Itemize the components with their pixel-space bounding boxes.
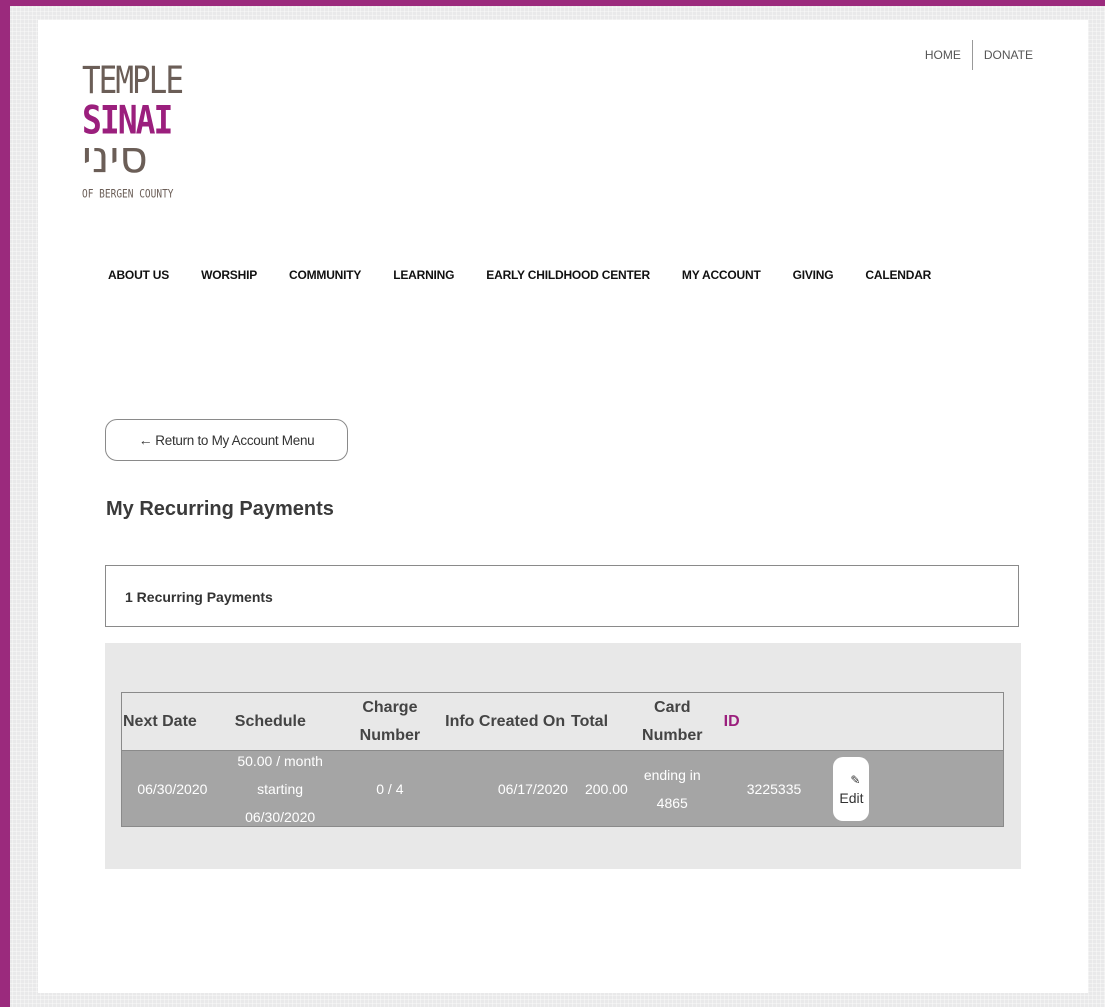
nav-worship[interactable]: WORSHIP: [201, 268, 257, 282]
logo-line-county: OF BERGEN COUNTY: [82, 188, 174, 202]
nav-giving[interactable]: GIVING: [793, 268, 834, 282]
logo-line-sinai: SINAI: [82, 96, 173, 144]
return-to-account-button[interactable]: ← Return to My Account Menu: [105, 419, 348, 461]
nav-my-account[interactable]: MY ACCOUNT: [682, 268, 761, 282]
edit-button[interactable]: ✎ Edit: [833, 756, 870, 821]
arrow-left-icon: ←: [138, 432, 153, 448]
cell-id: 3225335: [746, 780, 802, 797]
recurring-count-label: 1 Recurring Payments: [125, 589, 273, 605]
page-container: HOME DONATE TEMPLE SINAI סיני OF BERGEN …: [38, 20, 1088, 993]
payments-table-wrapper: Next Date Schedule Charge Number Info Cr…: [105, 643, 1021, 869]
temple-sinai-logo[interactable]: TEMPLE SINAI סיני OF BERGEN COUNTY: [82, 59, 192, 202]
table-row: 06/30/2020 50.00 / month starting 06/30/…: [122, 751, 1003, 826]
logo-line-temple: TEMPLE: [82, 59, 184, 103]
recurring-count-panel: 1 Recurring Payments: [105, 565, 1019, 627]
left-border: [0, 0, 10, 1007]
cell-schedule: 50.00 / month starting 06/30/2020: [237, 752, 323, 825]
top-border: [0, 0, 1105, 6]
header-next-date[interactable]: Next Date: [122, 693, 223, 750]
return-button-label: Return to My Account Menu: [155, 432, 315, 448]
donate-link[interactable]: DONATE: [973, 40, 1044, 70]
cell-actions: ✎ Edit: [820, 751, 1003, 826]
header-charge-number[interactable]: Charge Number: [338, 693, 443, 750]
header-actions: [820, 693, 1003, 750]
home-link[interactable]: HOME: [914, 40, 972, 70]
table-header-row: Next Date Schedule Charge Number Info Cr…: [122, 693, 1003, 751]
cell-created-on: 06/17/2020: [497, 780, 568, 797]
header-id[interactable]: ID: [714, 693, 821, 750]
cell-charge-number: 0 / 4: [376, 780, 404, 797]
main-navigation: ABOUT US WORSHIP COMMUNITY LEARNING EARL…: [108, 268, 963, 282]
header-created-on[interactable]: Info Created On: [442, 693, 568, 750]
nav-learning[interactable]: LEARNING: [393, 268, 454, 282]
utility-links: HOME DONATE: [914, 40, 1044, 70]
page-title: My Recurring Payments: [106, 498, 334, 520]
pencil-icon: ✎: [850, 772, 861, 787]
payments-table: Next Date Schedule Charge Number Info Cr…: [121, 692, 1004, 827]
cell-total: 200.00: [584, 780, 628, 797]
header-card-number[interactable]: Card Number: [631, 693, 714, 750]
nav-community[interactable]: COMMUNITY: [289, 268, 361, 282]
header-total[interactable]: Total: [568, 693, 631, 750]
nav-about-us[interactable]: ABOUT US: [108, 268, 169, 282]
edit-label: Edit: [839, 789, 864, 806]
nav-early-childhood-center[interactable]: EARLY CHILDHOOD CENTER: [486, 268, 650, 282]
header-schedule[interactable]: Schedule: [223, 693, 338, 750]
nav-calendar[interactable]: CALENDAR: [865, 268, 931, 282]
cell-card-number: ending in 4865: [643, 766, 701, 811]
cell-next-date: 06/30/2020: [137, 780, 208, 797]
